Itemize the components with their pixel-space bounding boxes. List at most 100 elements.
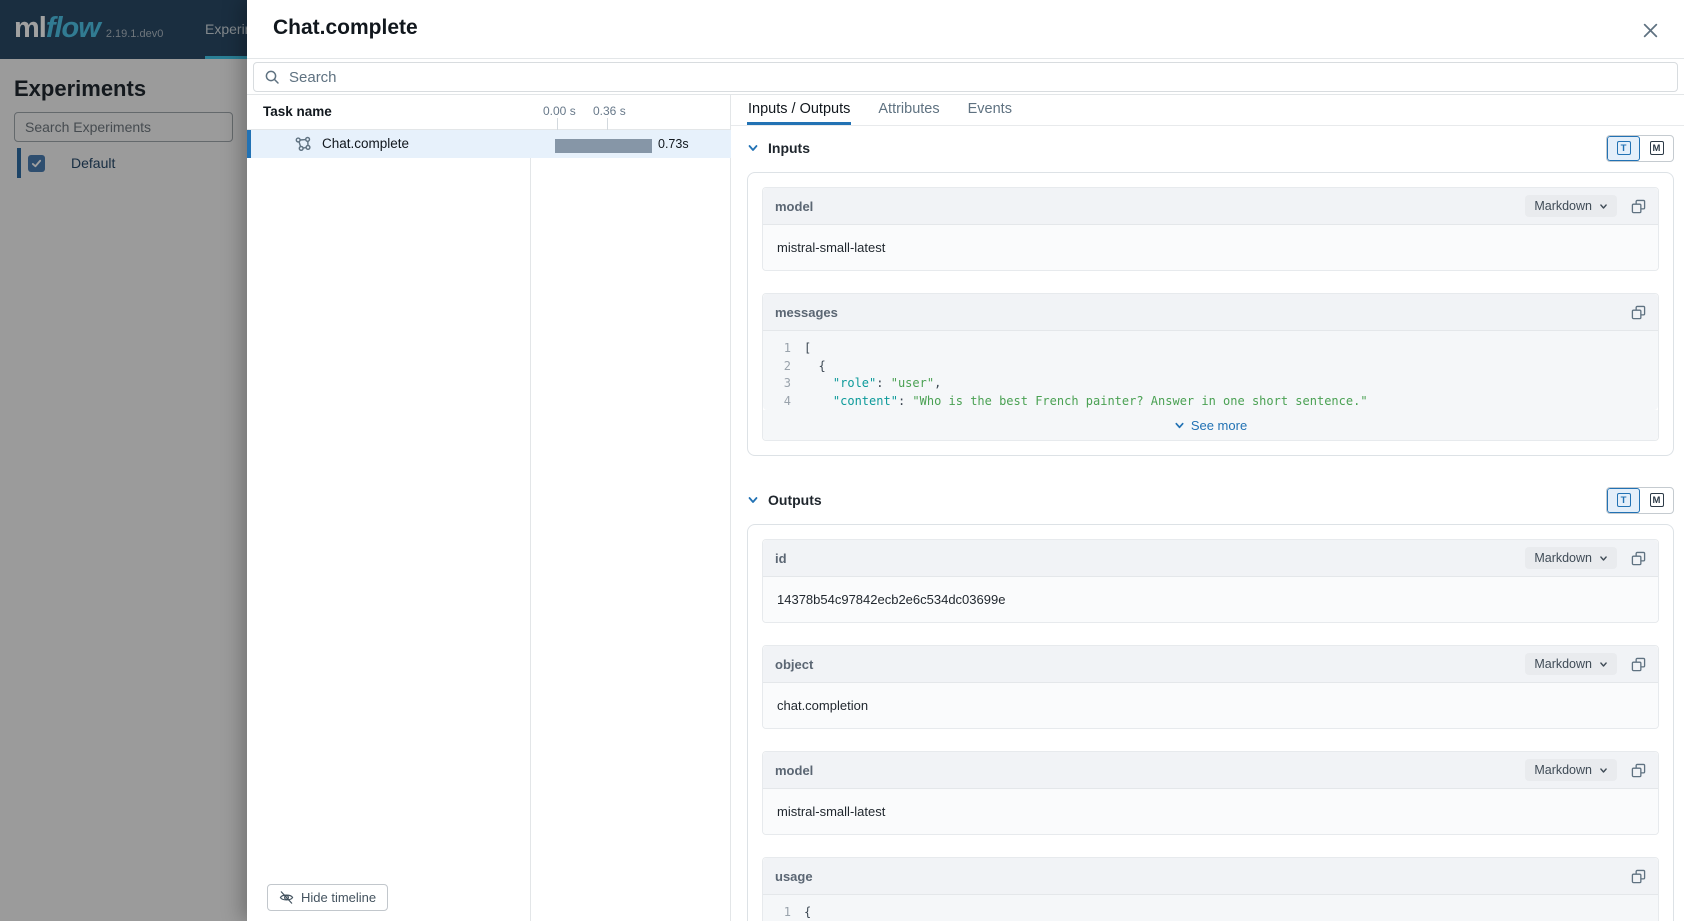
field-value: 14378b54c97842ecb2e6c534dc03699e [763,576,1658,622]
mlflow-logo: mlflow 2.19.1.dev0 [14,12,163,45]
tab-inputs-outputs[interactable]: Inputs / Outputs [747,95,851,125]
logo-flow: flow [46,12,100,44]
task-name-column-header: Task name [263,104,332,119]
copy-icon[interactable] [1631,199,1646,214]
modal-search-input[interactable] [289,69,1667,86]
eye-off-icon [279,890,294,905]
field-value: mistral-small-latest [763,788,1658,834]
field-model-header: model Markdown [763,188,1658,224]
modal-search-box[interactable] [253,62,1678,92]
markdown-dropdown[interactable]: Markdown [1525,547,1617,569]
markdown-view-button[interactable]: M [1640,488,1673,513]
field-key: model [775,199,813,214]
field-key: model [775,763,813,778]
field-usage: usage 1{2 "prompt_tokens": 16 [762,857,1659,921]
field-key: object [775,657,813,672]
modal-title: Chat.complete [273,16,418,40]
detail-content: Inputs T M model [731,126,1684,921]
field-id: id Markdown 14378b54c97842ecb2e6c534dc0 [762,539,1659,623]
experiment-checkbox[interactable] [28,155,45,172]
markdown-dropdown[interactable]: Markdown [1525,653,1617,675]
markdown-dropdown-label: Markdown [1534,657,1592,671]
task-name: Chat.complete [322,136,409,151]
field-id-header: id Markdown [763,540,1658,576]
inputs-card: model Markdown mistral-small-latest [747,172,1674,456]
chevron-down-icon [1599,202,1608,211]
inputs-section-title: Inputs [768,140,810,156]
modal-header: Chat.complete [247,0,1684,59]
markdown-view-button[interactable]: M [1640,136,1673,161]
logo-ml: ml [14,12,46,44]
app: mlflow 2.19.1.dev0 Experiments Experiment… [0,0,1684,921]
chevron-down-icon [1599,554,1608,563]
markdown-dropdown[interactable]: Markdown [1525,195,1617,217]
text-view-button[interactable]: T [1607,136,1640,161]
copy-icon[interactable] [1631,305,1646,320]
copy-icon[interactable] [1631,763,1646,778]
field-usage-header: usage [763,858,1658,894]
chevron-down-icon [747,494,759,506]
detail-tabbar: Inputs / Outputs Attributes Events [731,95,1684,126]
inputs-view-toggle: T M [1606,135,1674,162]
markdown-dropdown-label: Markdown [1534,551,1592,565]
copy-icon[interactable] [1631,869,1646,884]
outputs-collapse-toggle[interactable]: Outputs [747,492,822,508]
outputs-section-title: Outputs [768,492,822,508]
experiments-search-input[interactable] [14,112,233,142]
field-messages-header: messages [763,294,1658,330]
experiments-page-title: Experiments [14,76,146,102]
modal-body: Task name 0.00 s 0.36 s Ch [247,95,1684,921]
close-icon[interactable] [1638,18,1662,42]
experiment-name: Default [71,155,115,171]
field-model-output: model Markdown mistral-small-latest [762,751,1659,835]
task-timeline-panel: Task name 0.00 s 0.36 s Ch [247,95,731,921]
code-block: 1{2 "prompt_tokens": 16 [763,894,1658,921]
chevron-down-icon [1599,766,1608,775]
timeline-tick-0: 0.00 s [543,104,576,118]
inputs-collapse-toggle[interactable]: Inputs [747,140,810,156]
outputs-view-toggle: T M [1606,487,1674,514]
markdown-dropdown[interactable]: Markdown [1525,759,1617,781]
trace-icon [295,136,311,157]
hide-timeline-button[interactable]: Hide timeline [267,884,388,911]
field-value: chat.completion [763,682,1658,728]
nav-active-underline [205,56,247,59]
chevron-down-icon [1599,660,1608,669]
nav-item-experiments[interactable]: Experiments [205,21,247,37]
see-more-link[interactable]: See more [763,410,1658,440]
span-detail-panel: Inputs / Outputs Attributes Events Input… [731,95,1684,921]
inputs-section-header: Inputs T M [747,130,1674,166]
text-view-icon: T [1617,493,1631,507]
tab-attributes[interactable]: Attributes [877,95,940,125]
outputs-section-header: Outputs T M [747,482,1674,518]
chevron-down-icon [1174,420,1185,431]
field-key: messages [775,305,838,320]
modal-search-row [247,59,1684,95]
code-block: 1[2 {3 "role": "user",4 "content": "Who … [763,330,1658,410]
version-label: 2.19.1.dev0 [106,28,164,40]
field-object: object Markdown chat.completion [762,645,1659,729]
field-key: id [775,551,787,566]
field-model: model Markdown mistral-small-latest [762,187,1659,271]
task-row-chat-complete[interactable]: Chat.complete 0.73s [247,130,731,158]
background-page: mlflow 2.19.1.dev0 Experiments Experiment… [0,0,247,921]
task-duration-bar [555,139,652,153]
hide-timeline-label: Hide timeline [301,890,376,905]
tab-events[interactable]: Events [967,95,1013,125]
timeline-tick-1: 0.36 s [593,104,626,118]
copy-icon[interactable] [1631,657,1646,672]
selected-task-stripe [247,130,251,158]
experiment-list-item-default[interactable]: Default [17,148,247,178]
copy-icon[interactable] [1631,551,1646,566]
check-icon [31,158,42,169]
search-icon [264,69,280,85]
top-navbar: mlflow 2.19.1.dev0 Experiments [0,0,247,59]
task-column-divider [530,130,531,921]
text-view-button[interactable]: T [1607,488,1640,513]
text-view-icon: T [1617,141,1631,155]
markdown-dropdown-label: Markdown [1534,763,1592,777]
trace-modal: Chat.complete Task name 0.00 s 0.36 s [247,0,1684,921]
chevron-down-icon [747,142,759,154]
field-key: usage [775,869,813,884]
field-object-header: object Markdown [763,646,1658,682]
